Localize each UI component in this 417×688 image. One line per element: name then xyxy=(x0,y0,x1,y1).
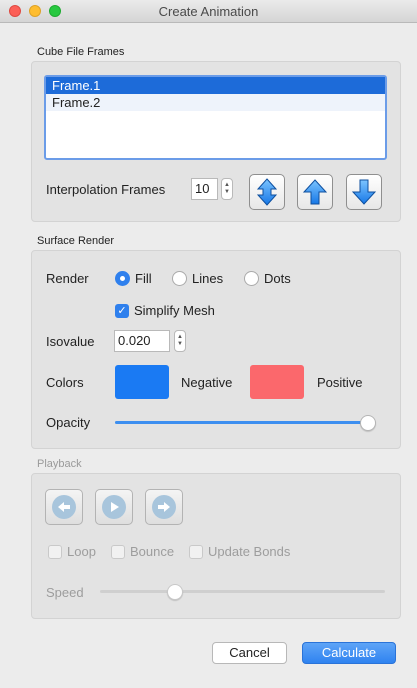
up-down-arrow-icon xyxy=(257,178,277,206)
stepper-up-icon: ▲ xyxy=(177,334,183,340)
render-fill-label[interactable]: Fill xyxy=(135,271,152,286)
colors-label: Colors xyxy=(46,375,84,390)
speed-slider[interactable] xyxy=(100,582,385,602)
down-arrow-icon xyxy=(352,179,376,205)
render-dots-radio[interactable] xyxy=(244,271,259,286)
simplify-mesh-checkbox[interactable]: ✓ xyxy=(115,304,129,318)
move-frame-down-button[interactable] xyxy=(346,174,382,210)
speed-slider-track xyxy=(100,590,385,593)
isovalue-input[interactable]: 0.020 xyxy=(114,330,170,352)
playback-label: Playback xyxy=(37,458,82,470)
bounce-label[interactable]: Bounce xyxy=(130,544,174,559)
calculate-button[interactable]: Calculate xyxy=(302,642,396,664)
up-arrow-icon xyxy=(303,179,327,205)
render-lines-radio[interactable] xyxy=(172,271,187,286)
opacity-slider-fill xyxy=(115,421,368,424)
interpolation-frames-stepper[interactable]: ▲ ▼ xyxy=(221,178,233,200)
list-item[interactable]: Frame.2 xyxy=(46,94,385,111)
list-item[interactable]: Frame.1 xyxy=(46,77,385,94)
swap-frames-button[interactable] xyxy=(249,174,285,210)
bounce-checkbox[interactable] xyxy=(111,545,125,559)
render-label: Render xyxy=(46,271,89,286)
cube-file-frames-label: Cube File Frames xyxy=(37,46,125,58)
forward-icon xyxy=(152,495,176,519)
cancel-button[interactable]: Cancel xyxy=(212,642,287,664)
surface-render-label: Surface Render xyxy=(37,235,115,247)
title-bar: Create Animation xyxy=(0,0,417,23)
interpolation-frames-input[interactable]: 10 xyxy=(191,178,218,200)
move-frame-up-button[interactable] xyxy=(297,174,333,210)
speed-label: Speed xyxy=(46,585,84,600)
positive-color-swatch[interactable] xyxy=(250,365,304,399)
positive-label: Positive xyxy=(317,375,363,390)
opacity-slider[interactable] xyxy=(115,413,376,433)
isovalue-stepper[interactable]: ▲ ▼ xyxy=(174,330,186,352)
simplify-mesh-label[interactable]: Simplify Mesh xyxy=(134,303,215,318)
stepper-down-icon: ▼ xyxy=(224,189,230,195)
isovalue-label: Isovalue xyxy=(46,334,95,349)
loop-label[interactable]: Loop xyxy=(67,544,96,559)
step-forward-button[interactable] xyxy=(145,489,183,525)
frames-list[interactable]: Frame.1 Frame.2 xyxy=(44,75,387,160)
back-icon xyxy=(52,495,76,519)
update-bonds-label[interactable]: Update Bonds xyxy=(208,544,290,559)
window-title: Create Animation xyxy=(158,4,259,19)
speed-slider-knob[interactable] xyxy=(167,584,183,600)
interpolation-frames-label: Interpolation Frames xyxy=(46,182,166,197)
opacity-label: Opacity xyxy=(46,415,91,430)
stepper-down-icon: ▼ xyxy=(177,341,183,347)
play-button[interactable] xyxy=(95,489,133,525)
opacity-slider-knob[interactable] xyxy=(360,415,376,431)
negative-label: Negative xyxy=(181,375,233,390)
negative-color-swatch[interactable] xyxy=(115,365,169,399)
play-icon xyxy=(102,495,126,519)
step-back-button[interactable] xyxy=(45,489,83,525)
stepper-up-icon: ▲ xyxy=(224,182,230,188)
render-dots-label[interactable]: Dots xyxy=(264,271,291,286)
loop-checkbox[interactable] xyxy=(48,545,62,559)
render-lines-label[interactable]: Lines xyxy=(192,271,223,286)
update-bonds-checkbox[interactable] xyxy=(189,545,203,559)
render-fill-radio[interactable] xyxy=(115,271,130,286)
